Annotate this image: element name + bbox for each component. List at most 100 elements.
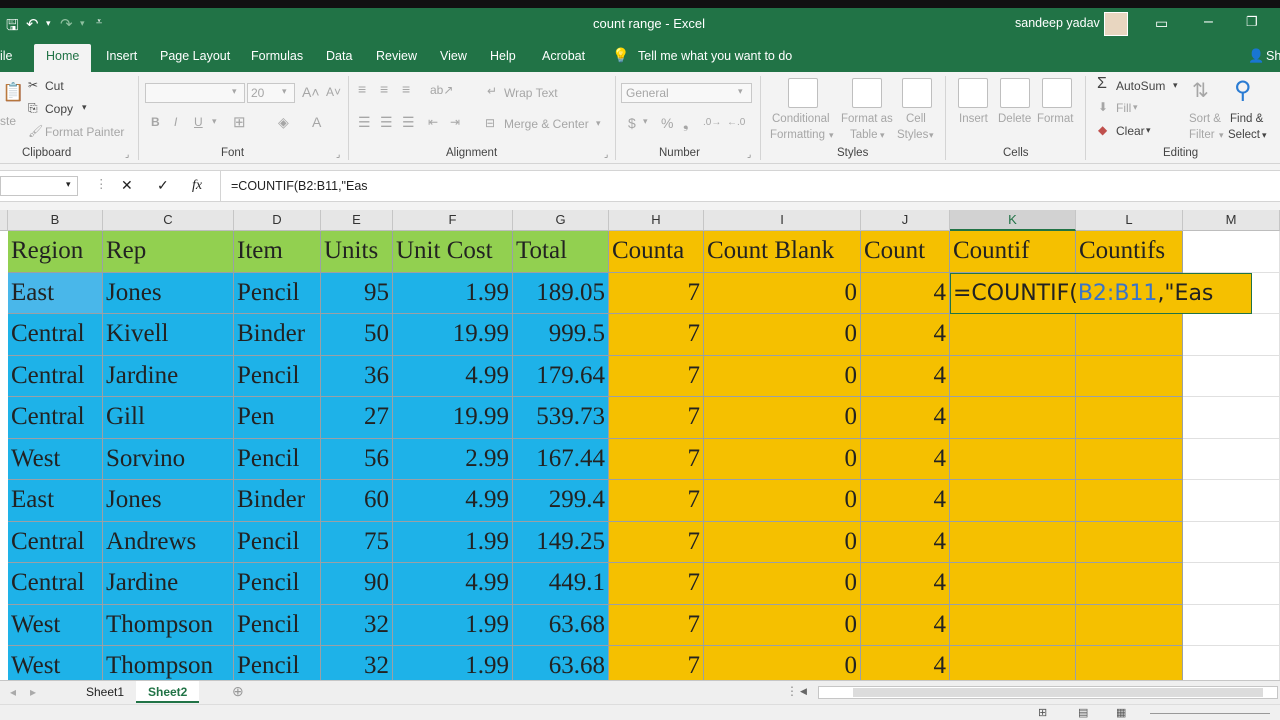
table-cell[interactable]: 4 (861, 522, 950, 563)
header-cell-count[interactable]: Count (861, 231, 950, 273)
empty-cell[interactable] (1076, 522, 1183, 563)
share-icon[interactable]: 👤 (1248, 48, 1264, 64)
table-cell[interactable]: 0 (704, 605, 861, 646)
empty-cell[interactable] (1076, 480, 1183, 522)
empty-cell[interactable] (1076, 605, 1183, 646)
empty-cell[interactable] (1076, 439, 1183, 480)
tab-view[interactable]: View (440, 49, 467, 63)
table-cell[interactable]: 60 (321, 480, 393, 522)
cancel-icon[interactable]: ✕ (121, 177, 133, 194)
header-cell-countifs[interactable]: Countifs (1076, 231, 1183, 273)
save-icon[interactable]: 🖫 (6, 15, 19, 40)
tab-help[interactable]: Help (490, 49, 516, 63)
empty-cell[interactable] (1183, 356, 1280, 397)
copy-button[interactable]: Copy (45, 102, 73, 116)
find-select-label-1[interactable]: Find & (1230, 113, 1263, 125)
table-cell[interactable]: West (8, 605, 103, 646)
table-cell[interactable]: 4 (861, 314, 950, 356)
autosum-button[interactable]: AutoSum (1116, 79, 1165, 93)
table-cell[interactable]: 179.64 (513, 356, 609, 397)
page-break-view-icon[interactable]: ▦ (1116, 706, 1126, 719)
cut-button[interactable]: Cut (45, 79, 64, 93)
share-button[interactable]: Sh (1266, 49, 1280, 63)
add-sheet-icon[interactable]: ⊕ (232, 683, 244, 700)
hscroll-left-icon[interactable]: ◀ (800, 686, 807, 697)
table-cell[interactable]: 4.99 (393, 356, 513, 397)
clear-dropdown-icon[interactable]: ▾ (1146, 125, 1151, 136)
empty-cell[interactable] (950, 563, 1076, 605)
table-cell[interactable]: 7 (609, 605, 704, 646)
customize-qat-icon[interactable]: ⩡ (96, 16, 102, 29)
alignment-launcher-icon[interactable]: ⌟ (604, 149, 608, 160)
empty-cell[interactable] (1183, 522, 1280, 563)
name-box-dropdown-icon[interactable]: ▾ (66, 179, 71, 190)
table-cell[interactable]: 167.44 (513, 439, 609, 480)
font-launcher-icon[interactable]: ⌟ (336, 149, 340, 160)
table-cell[interactable]: 539.73 (513, 397, 609, 439)
table-cell[interactable]: 7 (609, 314, 704, 356)
horizontal-scrollbar-thumb[interactable] (853, 688, 1263, 697)
table-cell[interactable]: 299.4 (513, 480, 609, 522)
header-cell-unit-cost[interactable]: Unit Cost (393, 231, 513, 273)
table-cell[interactable]: 4 (861, 480, 950, 522)
tell-me-search[interactable]: Tell me what you want to do (638, 49, 792, 63)
table-cell[interactable]: 19.99 (393, 397, 513, 439)
column-header-l[interactable]: L (1076, 210, 1183, 231)
tab-review[interactable]: Review (376, 49, 417, 63)
table-cell[interactable]: 7 (609, 563, 704, 605)
empty-cell[interactable] (1076, 397, 1183, 439)
sheet-nav-next-icon[interactable]: ▸ (30, 685, 36, 699)
minimize-icon[interactable]: – (1204, 13, 1213, 31)
clear-icon[interactable]: ◆ (1098, 123, 1107, 137)
empty-cell[interactable] (1252, 273, 1280, 314)
table-cell[interactable]: 90 (321, 563, 393, 605)
table-cell[interactable]: 0 (704, 480, 861, 522)
column-header-j[interactable]: J (861, 210, 950, 231)
table-cell[interactable]: 4 (861, 563, 950, 605)
font-name-dropdown-icon[interactable]: ▾ (232, 86, 237, 97)
table-cell[interactable]: Kivell (103, 314, 234, 356)
column-header-f[interactable]: F (393, 210, 513, 231)
table-cell[interactable]: 7 (609, 522, 704, 563)
tab-file[interactable]: ile (0, 49, 13, 63)
table-cell[interactable]: 999.5 (513, 314, 609, 356)
table-cell[interactable]: 4 (861, 439, 950, 480)
autosum-dropdown-icon[interactable]: ▾ (1173, 80, 1178, 91)
table-cell[interactable]: 0 (704, 439, 861, 480)
tab-acrobat[interactable]: Acrobat (542, 49, 585, 63)
table-cell[interactable]: East (8, 273, 103, 314)
table-cell[interactable]: Gill (103, 397, 234, 439)
table-cell[interactable]: Pencil (234, 563, 321, 605)
formula-input[interactable]: =COUNTIF(B2:B11,"Eas (231, 179, 368, 193)
undo-dropdown-icon[interactable]: ▾ (46, 18, 51, 29)
table-cell[interactable]: 27 (321, 397, 393, 439)
table-cell[interactable]: 7 (609, 273, 704, 314)
table-cell[interactable]: Jardine (103, 563, 234, 605)
hscroll-options-icon[interactable]: ⋮ (786, 684, 798, 698)
tab-data[interactable]: Data (326, 49, 352, 63)
column-header-d[interactable]: D (234, 210, 321, 231)
column-header-b[interactable]: B (8, 210, 103, 231)
enter-icon[interactable]: ✓ (157, 177, 169, 194)
column-header-c[interactable]: C (103, 210, 234, 231)
table-cell[interactable]: 4.99 (393, 563, 513, 605)
table-cell[interactable]: 0 (704, 314, 861, 356)
tab-page-layout[interactable]: Page Layout (160, 49, 230, 63)
table-cell[interactable]: 449.1 (513, 563, 609, 605)
empty-cell[interactable] (1076, 314, 1183, 356)
font-size-dropdown-icon[interactable]: ▾ (282, 86, 287, 97)
header-cell-countif[interactable]: Countif (950, 231, 1076, 273)
table-cell[interactable]: Central (8, 397, 103, 439)
table-cell[interactable]: Pencil (234, 356, 321, 397)
zoom-slider[interactable] (1150, 713, 1270, 714)
header-cell-rep[interactable]: Rep (103, 231, 234, 273)
table-cell[interactable]: 189.05 (513, 273, 609, 314)
tab-insert[interactable]: Insert (106, 49, 137, 63)
cut-icon[interactable]: ✂ (28, 78, 38, 92)
table-cell[interactable]: East (8, 480, 103, 522)
user-name[interactable]: sandeep yadav (1015, 16, 1100, 30)
copy-dropdown-icon[interactable]: ▾ (82, 102, 87, 113)
empty-cell[interactable] (1076, 356, 1183, 397)
table-cell[interactable]: Thompson (103, 605, 234, 646)
table-cell[interactable]: 63.68 (513, 605, 609, 646)
